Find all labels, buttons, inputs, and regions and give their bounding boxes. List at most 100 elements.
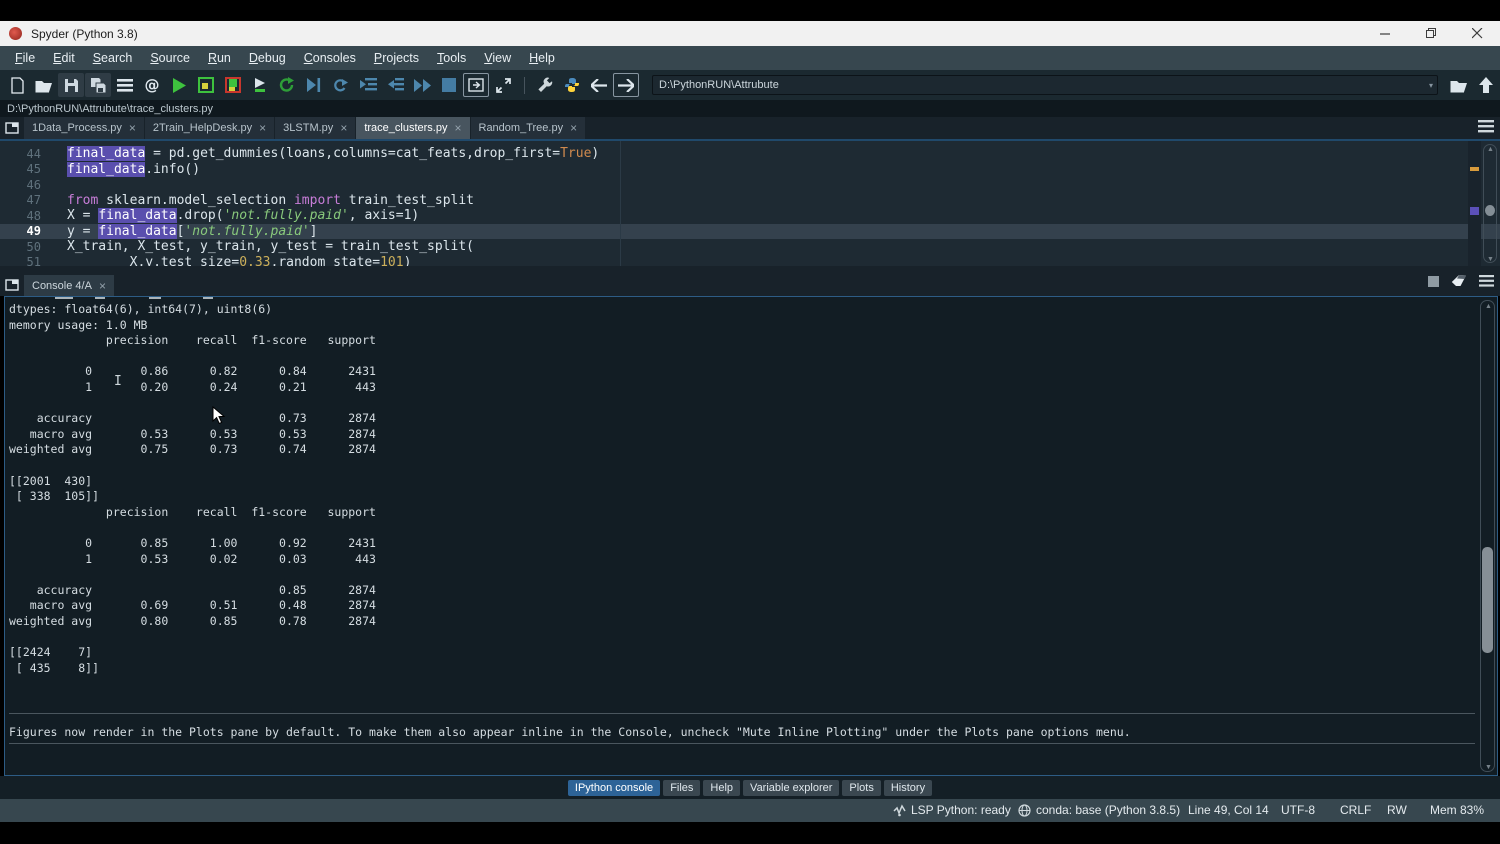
debug-step-out-icon[interactable] [382, 73, 408, 97]
editor-tab-1Data_Process.py[interactable]: 1Data_Process.py× [24, 117, 144, 139]
menu-source[interactable]: Source [141, 51, 199, 65]
pane-tab-help[interactable]: Help [703, 780, 740, 796]
code-line-46[interactable]: 46 [0, 177, 1500, 193]
parent-dir-icon[interactable] [1473, 73, 1499, 97]
code-line-47[interactable]: 47from sklearn.model_selection import tr… [0, 193, 1500, 209]
editor-tab-3LSTM.py[interactable]: 3LSTM.py× [275, 117, 355, 139]
symbol-finder-icon[interactable]: @ [139, 73, 165, 97]
code-line-49[interactable]: 49 y = final_data['not.fully.paid'] [0, 224, 1500, 240]
remove-variables-icon[interactable] [1451, 274, 1467, 292]
pane-tab-plots[interactable]: Plots [842, 780, 880, 796]
tab-close-icon[interactable]: × [340, 122, 347, 134]
line-number: 48 [0, 209, 41, 223]
pane-tab-variable-explorer[interactable]: Variable explorer [743, 780, 839, 796]
console-tab-label: Console 4/A [32, 280, 92, 292]
code-line-50[interactable]: 50X_train, X_test, y_train, y_test = tra… [0, 239, 1500, 255]
tab-close-icon[interactable]: × [570, 122, 577, 134]
editor-scrollbar[interactable] [1483, 144, 1497, 263]
figures-note-text: Figures now render in the Plots pane by … [9, 725, 1131, 739]
back-icon[interactable] [586, 73, 612, 97]
line-number: 44 [0, 147, 41, 161]
ipython-console-output[interactable]: dtypes: float64(6), int64(7), uint8(6) m… [4, 296, 1498, 776]
editor-tab-label: Random_Tree.py [479, 122, 564, 134]
close-button[interactable] [1454, 21, 1500, 46]
editor-scrollbar-thumb[interactable] [1485, 205, 1495, 216]
code-text: final_data.info() [67, 162, 200, 177]
code-segment: ] [310, 224, 318, 239]
pane-tab-history[interactable]: History [884, 780, 932, 796]
editor-tab-trace_clusters.py[interactable]: trace_clusters.py× [356, 117, 469, 139]
file-switcher-icon[interactable] [112, 73, 138, 97]
tab-close-icon[interactable]: × [129, 122, 136, 134]
fullscreen-icon[interactable] [490, 73, 516, 97]
scroll-down-icon[interactable]: ▼ [1487, 256, 1494, 263]
debug-file-icon[interactable] [301, 73, 327, 97]
console-tab-close-icon[interactable]: × [99, 280, 106, 292]
console-browse-tabs-icon[interactable] [0, 274, 24, 296]
chevron-down-icon[interactable]: ▾ [1429, 81, 1433, 90]
minimize-button[interactable] [1362, 21, 1408, 46]
menu-debug[interactable]: Debug [240, 51, 295, 65]
line-number: 45 [0, 162, 41, 176]
console-scroll-down-icon[interactable]: ▼ [1485, 764, 1492, 771]
editor-tab-bar: 1Data_Process.py×2Train_HelpDesk.py×3LST… [0, 117, 1500, 139]
code-line-45[interactable]: 45 final_data.info() [0, 162, 1500, 178]
save-icon[interactable] [58, 73, 84, 97]
run-selection-icon[interactable] [247, 73, 273, 97]
line-number: 49 [0, 224, 41, 238]
interrupt-kernel-icon[interactable] [1428, 274, 1439, 292]
browse-tabs-icon[interactable] [0, 117, 24, 139]
forward-icon[interactable] [613, 73, 639, 97]
scroll-flag-warning[interactable] [1470, 167, 1479, 171]
console-tab[interactable]: Console 4/A × [24, 275, 114, 296]
scroll-flag-occurrence[interactable] [1470, 207, 1479, 215]
editor-tab-2Train_HelpDesk.py[interactable]: 2Train_HelpDesk.py× [145, 117, 274, 139]
debug-step-icon[interactable] [328, 73, 354, 97]
toolbar-separator [524, 77, 525, 94]
code-line-44[interactable]: 44final_data = pd.get_dummies(loans,colu… [0, 146, 1500, 162]
debug-continue-icon[interactable] [409, 73, 435, 97]
new-file-icon[interactable] [4, 73, 30, 97]
save-all-icon[interactable] [85, 73, 111, 97]
tab-close-icon[interactable]: × [259, 122, 266, 134]
pane-tab-ipython-console[interactable]: IPython console [568, 780, 660, 796]
scroll-up-icon[interactable]: ▲ [1487, 146, 1494, 153]
run-file-icon[interactable] [166, 73, 192, 97]
menu-consoles[interactable]: Consoles [295, 51, 365, 65]
python-path-manager-icon[interactable] [559, 73, 585, 97]
open-file-icon[interactable] [31, 73, 57, 97]
code-text: y = final_data['not.fully.paid'] [67, 224, 317, 239]
code-text: X = final_data.drop('not.fully.paid', ax… [67, 208, 419, 223]
console-scroll-up-icon[interactable]: ▲ [1485, 303, 1492, 310]
code-segment: sklearn.model_selection [98, 193, 294, 208]
run-cell-advance-icon[interactable] [220, 73, 246, 97]
menu-projects[interactable]: Projects [365, 51, 428, 65]
code-line-48[interactable]: 48 X = final_data.drop('not.fully.paid', … [0, 208, 1500, 224]
console-scrollbar[interactable] [1480, 300, 1495, 772]
tab-close-icon[interactable]: × [454, 122, 461, 134]
menu-file[interactable]: File [6, 51, 44, 65]
menu-tools[interactable]: Tools [428, 51, 475, 65]
working-directory-combobox[interactable]: D:\PythonRUN\Attrubute ▾ [652, 75, 1438, 95]
console-scrollbar-thumb[interactable] [1482, 547, 1493, 653]
rerun-cell-icon[interactable] [274, 73, 300, 97]
debug-step-into-icon[interactable] [355, 73, 381, 97]
menu-run[interactable]: Run [199, 51, 240, 65]
menu-edit[interactable]: Edit [44, 51, 84, 65]
window-title: Spyder (Python 3.8) [31, 27, 138, 41]
editor-tab-Random_Tree.py[interactable]: Random_Tree.py × [471, 117, 586, 139]
working-dir-open-icon[interactable] [1446, 73, 1472, 97]
pane-tab-files[interactable]: Files [663, 780, 700, 796]
console-options-menu-icon[interactable] [1479, 274, 1494, 292]
stop-debugging-icon[interactable] [436, 73, 462, 97]
run-cell-icon[interactable] [193, 73, 219, 97]
preferences-icon[interactable] [532, 73, 558, 97]
maximize-pane-icon[interactable] [463, 73, 489, 97]
editor-options-menu-icon[interactable] [1478, 120, 1494, 138]
menu-search[interactable]: Search [84, 51, 142, 65]
code-editor[interactable]: 44final_data = pd.get_dummies(loans,colu… [0, 141, 1500, 271]
restore-button[interactable] [1408, 21, 1454, 46]
menu-view[interactable]: View [475, 51, 520, 65]
code-segment: ) [591, 146, 599, 161]
menu-help[interactable]: Help [520, 51, 564, 65]
